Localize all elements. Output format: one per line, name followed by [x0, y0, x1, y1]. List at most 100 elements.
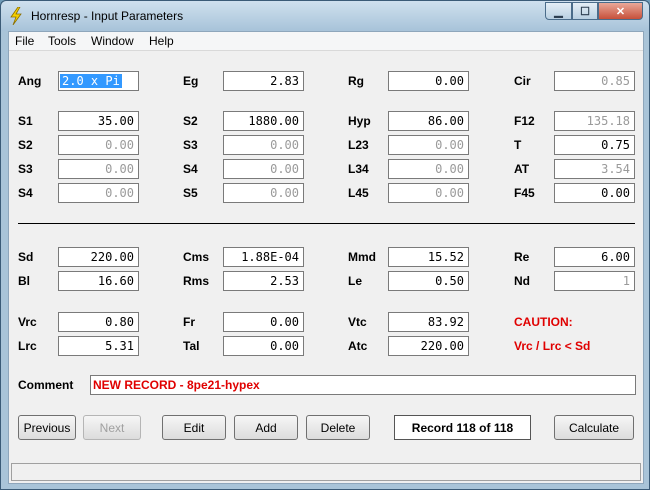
label-sd: Sd	[18, 250, 34, 264]
field-rms[interactable]: 2.53	[223, 271, 304, 291]
calculate-button[interactable]: Calculate	[554, 415, 634, 440]
label-s3-seg3: S3	[18, 162, 33, 176]
field-re[interactable]: 6.00	[554, 247, 635, 267]
status-bar	[11, 463, 641, 481]
label-s4: S4	[183, 162, 198, 176]
field-vtc[interactable]: 83.92	[388, 312, 469, 332]
delete-button-label: Delete	[320, 420, 356, 435]
section-divider	[18, 223, 635, 224]
field-s1[interactable]: 35.00	[58, 111, 139, 131]
label-cir: Cir	[514, 74, 531, 88]
field-lrc[interactable]: 5.31	[58, 336, 139, 356]
caution-title: CAUTION:	[514, 315, 573, 329]
label-tal: Tal	[183, 339, 200, 353]
field-f12: 135.18	[554, 111, 635, 131]
label-l45: L45	[348, 186, 369, 200]
field-s3[interactable]: 0.00	[223, 135, 304, 155]
label-bl: Bl	[18, 274, 30, 288]
menu-bar: File Tools Window Help	[9, 32, 643, 51]
field-nd: 1	[554, 271, 635, 291]
label-atc: Atc	[348, 339, 368, 353]
minimize-button[interactable]: ▁	[545, 2, 572, 20]
label-s2-seg2: S2	[18, 138, 33, 152]
field-t[interactable]: 0.75	[554, 135, 635, 155]
field-le[interactable]: 0.50	[388, 271, 469, 291]
label-f45: F45	[514, 186, 535, 200]
app-window: Hornresp - Input Parameters ▁ ☐ ✕ File T…	[0, 0, 650, 490]
field-atc[interactable]: 220.00	[388, 336, 469, 356]
label-nd: Nd	[514, 274, 530, 288]
previous-button[interactable]: Previous	[18, 415, 76, 440]
record-indicator: Record 118 of 118	[394, 415, 531, 440]
edit-button[interactable]: Edit	[162, 415, 226, 440]
next-button-label: Next	[99, 420, 125, 435]
label-hyp: Hyp	[348, 114, 371, 128]
field-at: 3.54	[554, 159, 635, 179]
field-fr[interactable]: 0.00	[223, 312, 304, 332]
label-rms: Rms	[183, 274, 210, 288]
maximize-icon: ☐	[580, 5, 590, 18]
field-s5[interactable]: 0.00	[223, 183, 304, 203]
label-s3: S3	[183, 138, 198, 152]
comment-field[interactable]: NEW RECORD - 8pe21-hypex	[90, 375, 636, 395]
field-bl[interactable]: 16.60	[58, 271, 139, 291]
label-le: Le	[348, 274, 363, 288]
field-s3-seg3[interactable]: 0.00	[58, 159, 139, 179]
field-f45[interactable]: 0.00	[554, 183, 635, 203]
label-rg: Rg	[348, 74, 364, 88]
lightning-icon	[10, 7, 22, 25]
field-sd[interactable]: 220.00	[58, 247, 139, 267]
label-lrc: Lrc	[18, 339, 37, 353]
menu-file[interactable]: File	[15, 34, 34, 48]
calculate-button-label: Calculate	[568, 420, 620, 435]
close-button[interactable]: ✕	[598, 2, 643, 20]
field-rg[interactable]: 0.00	[388, 71, 469, 91]
label-s1: S1	[18, 114, 33, 128]
field-mmd[interactable]: 15.52	[388, 247, 469, 267]
menu-help[interactable]: Help	[149, 34, 174, 48]
field-eg[interactable]: 2.83	[223, 71, 304, 91]
field-vrc[interactable]: 0.80	[58, 312, 139, 332]
label-cms: Cms	[183, 250, 210, 264]
field-cir: 0.85	[554, 71, 635, 91]
field-l23[interactable]: 0.00	[388, 135, 469, 155]
edit-button-label: Edit	[183, 420, 205, 435]
field-s2[interactable]: 1880.00	[223, 111, 304, 131]
menu-tools[interactable]: Tools	[48, 34, 76, 48]
label-comment: Comment	[18, 378, 74, 392]
title-bar[interactable]: Hornresp - Input Parameters ▁ ☐ ✕	[1, 1, 649, 31]
field-s4-seg4[interactable]: 0.00	[58, 183, 139, 203]
label-s2: S2	[183, 114, 198, 128]
label-f12: F12	[514, 114, 535, 128]
field-tal[interactable]: 0.00	[223, 336, 304, 356]
maximize-button[interactable]: ☐	[572, 2, 598, 20]
label-mmd: Mmd	[348, 250, 376, 264]
field-s2-seg2[interactable]: 0.00	[58, 135, 139, 155]
label-l34: L34	[348, 162, 369, 176]
label-ang: Ang	[18, 74, 42, 88]
label-s4-seg4: S4	[18, 186, 33, 200]
next-button[interactable]: Next	[83, 415, 141, 440]
label-re: Re	[514, 250, 530, 264]
field-ang-value: 2.0 x Pi	[60, 74, 122, 88]
delete-button[interactable]: Delete	[306, 415, 370, 440]
label-vtc: Vtc	[348, 315, 367, 329]
label-at: AT	[514, 162, 530, 176]
previous-button-label: Previous	[23, 420, 71, 435]
label-fr: Fr	[183, 315, 195, 329]
label-s5: S5	[183, 186, 198, 200]
field-l34[interactable]: 0.00	[388, 159, 469, 179]
field-cms[interactable]: 1.88E-04	[223, 247, 304, 267]
window-title: Hornresp - Input Parameters	[31, 9, 184, 23]
caution-message: Vrc / Lrc < Sd	[514, 339, 591, 353]
label-t: T	[514, 138, 522, 152]
field-ang[interactable]: 2.0 x Pi	[58, 71, 139, 91]
add-button-label: Add	[255, 420, 277, 435]
field-hyp[interactable]: 86.00	[388, 111, 469, 131]
client-area: File Tools Window Help Ang 2.0 x Pi Eg 2…	[8, 31, 644, 484]
minimize-icon: ▁	[554, 5, 563, 18]
field-l45[interactable]: 0.00	[388, 183, 469, 203]
add-button[interactable]: Add	[234, 415, 298, 440]
menu-window[interactable]: Window	[91, 34, 134, 48]
field-s4[interactable]: 0.00	[223, 159, 304, 179]
